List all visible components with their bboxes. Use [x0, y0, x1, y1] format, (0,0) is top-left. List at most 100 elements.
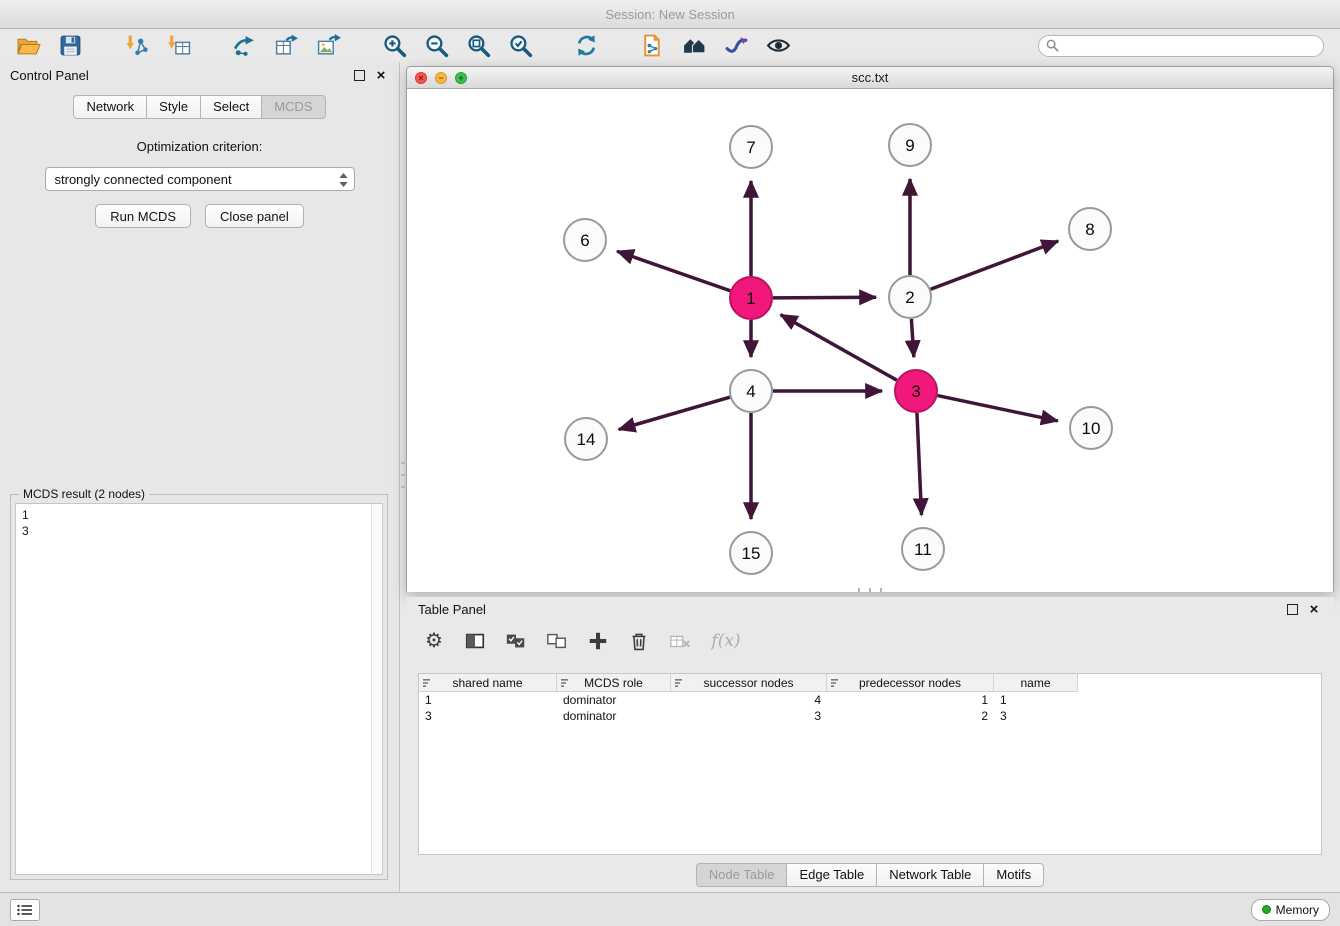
table-toolbar: ⚙ [406, 621, 1334, 661]
import-network-button[interactable] [120, 31, 152, 61]
fx-icon: f(x) [711, 631, 740, 651]
graph-edge-3-11[interactable] [917, 413, 922, 515]
show-columns-button[interactable] [463, 629, 487, 653]
network-window-title: scc.txt [407, 70, 1333, 85]
close-icon: × [1310, 602, 1319, 617]
cell-name: 1 [994, 693, 1078, 707]
close-panel-button[interactable]: × [373, 67, 389, 83]
zoom-selected-button[interactable] [504, 31, 536, 61]
delete-column-button[interactable] [627, 629, 651, 653]
graph-edge-1-6[interactable] [617, 251, 730, 291]
zoom-fit-button[interactable] [462, 31, 494, 61]
search-input[interactable] [1064, 38, 1316, 54]
tab-motifs[interactable]: Motifs [983, 863, 1044, 887]
export-network-button[interactable] [228, 31, 260, 61]
column-header-successor-nodes[interactable]: successor nodes [671, 674, 827, 692]
tab-network[interactable]: Network [73, 95, 147, 119]
graph-edge-3-1[interactable] [781, 315, 897, 381]
mcds-result-line: 1 [22, 507, 376, 523]
home-icon [682, 33, 707, 58]
apply-layout-button[interactable] [570, 31, 602, 61]
document-network-icon [640, 33, 665, 58]
main-toolbar [0, 29, 1340, 62]
table-row[interactable]: 3 dominator 3 2 3 [419, 708, 1321, 724]
select-all-rows-button[interactable] [504, 629, 528, 653]
list-icon [17, 904, 33, 916]
save-session-button[interactable] [54, 31, 86, 61]
network-canvas[interactable]: 7968124314101511 [407, 89, 1333, 592]
tab-style[interactable]: Style [146, 95, 201, 119]
float-table-panel-button[interactable] [1284, 601, 1300, 617]
graph-node-label: 7 [746, 138, 755, 157]
window-minimize-button[interactable]: − [435, 72, 447, 84]
select-stepper-icon [339, 173, 348, 187]
graph-node-label: 8 [1085, 220, 1094, 239]
network-window-titlebar[interactable]: × − + scc.txt [407, 67, 1333, 89]
window-zoom-button[interactable]: + [455, 72, 467, 84]
zoom-out-icon [424, 33, 449, 58]
graph-node-label: 15 [742, 544, 761, 563]
memory-button[interactable]: Memory [1251, 899, 1330, 921]
cell-shared-name: 1 [419, 693, 557, 707]
graph-edge-3-10[interactable] [938, 396, 1058, 421]
open-session-button[interactable] [12, 31, 44, 61]
graph-node-label: 2 [905, 288, 914, 307]
search-box[interactable] [1038, 35, 1324, 57]
cell-predecessor-nodes: 2 [827, 709, 994, 723]
window-close-button[interactable]: × [415, 72, 427, 84]
tab-network-table[interactable]: Network Table [876, 863, 984, 887]
cell-name: 3 [994, 709, 1078, 723]
zoom-out-button[interactable] [420, 31, 452, 61]
export-table-button[interactable] [270, 31, 302, 61]
table-settings-button[interactable]: ⚙ [422, 629, 446, 653]
control-panel-tabs: Network Style Select MCDS [0, 95, 399, 119]
app-titlebar: Session: New Session [0, 0, 1340, 29]
tab-edge-table[interactable]: Edge Table [786, 863, 877, 887]
export-network-icon [232, 33, 257, 58]
sort-icon [675, 678, 685, 688]
node-table[interactable]: shared name MCDS role successor nodes pr… [418, 673, 1322, 855]
tab-select[interactable]: Select [200, 95, 262, 119]
column-header-mcds-role[interactable]: MCDS role [557, 674, 671, 692]
column-header-predecessor-nodes[interactable]: predecessor nodes [827, 674, 994, 692]
table-panel-title: Table Panel [418, 602, 486, 617]
sort-icon [561, 678, 571, 688]
show-graphics-details-button[interactable] [678, 31, 710, 61]
graph-edge-2-3[interactable] [911, 319, 913, 357]
column-header-name[interactable]: name [994, 674, 1078, 692]
panel-menu-button[interactable] [10, 899, 40, 921]
criterion-select[interactable]: strongly connected component [45, 167, 355, 191]
graph-node-label: 14 [577, 430, 596, 449]
table-panel: Table Panel × ⚙ [406, 597, 1334, 889]
graph-edge-1-2[interactable] [773, 297, 876, 298]
criterion-value: strongly connected component [55, 172, 232, 187]
zoom-in-button[interactable] [378, 31, 410, 61]
run-mcds-button[interactable]: Run MCDS [95, 204, 191, 228]
tab-node-table[interactable]: Node Table [696, 863, 788, 887]
horizontal-splitter-handle[interactable] [858, 588, 882, 592]
import-table-button[interactable] [162, 31, 194, 61]
table-row[interactable]: 1 dominator 4 1 1 [419, 692, 1321, 708]
float-panel-button[interactable] [351, 67, 367, 83]
vertical-splitter-handle[interactable] [401, 462, 405, 488]
add-column-button[interactable] [586, 629, 610, 653]
import-network-icon [124, 33, 149, 58]
toggle-view-button[interactable] [762, 31, 794, 61]
export-image-button[interactable] [312, 31, 344, 61]
graph-edge-4-14[interactable] [619, 397, 730, 429]
network-from-selection-button[interactable] [636, 31, 668, 61]
open-folder-icon [16, 33, 41, 58]
close-panel-push-button[interactable]: Close panel [205, 204, 304, 228]
deselect-all-rows-button[interactable] [545, 629, 569, 653]
mcds-result-box[interactable]: 1 3 [15, 503, 383, 875]
result-scrollbar[interactable] [371, 504, 382, 874]
column-header-shared-name[interactable]: shared name [419, 674, 557, 692]
close-table-panel-button[interactable]: × [1306, 601, 1322, 617]
paint-style-button[interactable] [720, 31, 752, 61]
tab-mcds[interactable]: MCDS [261, 95, 325, 119]
control-panel-title: Control Panel [10, 68, 89, 83]
status-bar: Memory [0, 892, 1340, 926]
app-title: Session: New Session [605, 7, 734, 22]
graph-edge-2-8[interactable] [931, 241, 1059, 289]
zoom-fit-icon [466, 33, 491, 58]
